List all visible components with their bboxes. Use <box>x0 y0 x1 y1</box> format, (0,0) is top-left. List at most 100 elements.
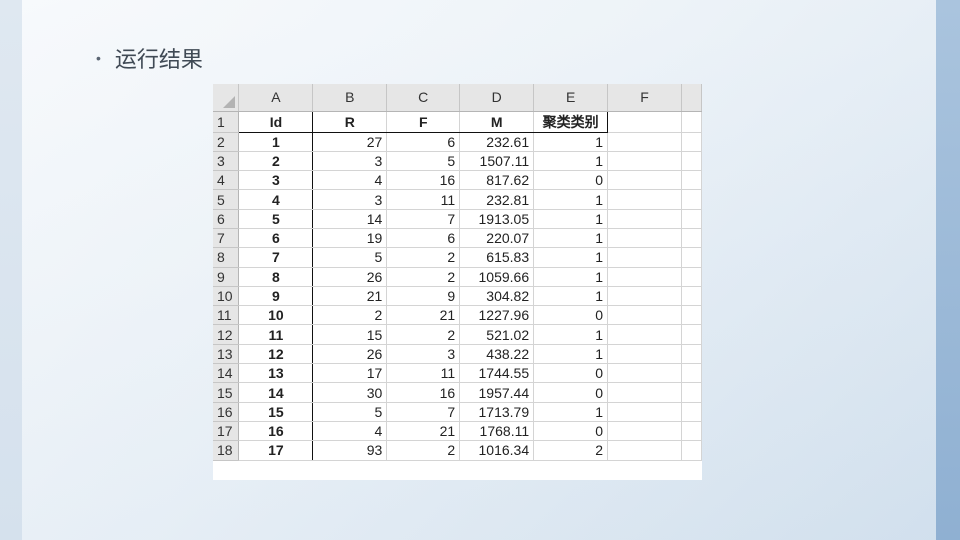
empty-cell[interactable] <box>607 151 682 172</box>
cell-f[interactable]: 7 <box>386 402 461 422</box>
cell-id[interactable]: 5 <box>238 209 314 229</box>
cell-id[interactable]: 7 <box>238 247 314 268</box>
cell-m[interactable]: 1016.34 <box>459 440 535 461</box>
cell-r[interactable]: 19 <box>312 228 388 249</box>
row-number[interactable]: 12 <box>213 324 240 345</box>
cell-cat[interactable]: 1 <box>533 402 609 422</box>
cell-id[interactable]: 17 <box>238 440 314 461</box>
cell-f[interactable]: 21 <box>386 305 461 326</box>
empty-cell[interactable] <box>607 324 682 345</box>
row-number[interactable]: 6 <box>213 209 240 229</box>
cell-cat[interactable]: 1 <box>533 286 609 307</box>
cell-cat[interactable]: 0 <box>533 305 609 326</box>
row-number[interactable]: 9 <box>213 267 240 287</box>
empty-cell[interactable] <box>681 228 702 249</box>
empty-cell[interactable] <box>607 228 682 249</box>
cell-f[interactable]: 11 <box>386 189 461 210</box>
empty-cell[interactable] <box>681 132 702 152</box>
cell-f[interactable]: 16 <box>386 170 461 191</box>
empty-cell[interactable] <box>681 151 702 172</box>
cell-f[interactable]: 6 <box>386 228 461 249</box>
cell-r[interactable]: 27 <box>312 132 388 152</box>
row-number[interactable]: 16 <box>213 402 240 422</box>
cell-f[interactable]: 2 <box>386 267 461 287</box>
empty-cell[interactable] <box>681 286 702 307</box>
cell-f[interactable]: 6 <box>386 132 461 152</box>
empty-cell[interactable] <box>681 421 702 442</box>
empty-cell[interactable] <box>681 344 702 365</box>
cell-id[interactable]: 6 <box>238 228 314 249</box>
column-header-c[interactable]: C <box>386 84 461 112</box>
cell-m[interactable]: 521.02 <box>459 324 535 345</box>
empty-cell[interactable] <box>607 286 682 307</box>
row-number[interactable]: 15 <box>213 382 240 403</box>
cell-cat[interactable]: 1 <box>533 228 609 249</box>
cell-id[interactable]: 14 <box>238 382 314 403</box>
empty-cell[interactable] <box>681 267 702 287</box>
empty-cell[interactable] <box>681 402 702 422</box>
column-header-e[interactable]: E <box>533 84 609 112</box>
row-number[interactable]: 8 <box>213 247 240 268</box>
empty-cell[interactable] <box>681 363 702 384</box>
cell-f[interactable]: 7 <box>386 209 461 229</box>
cell-id[interactable]: 3 <box>238 170 314 191</box>
row-number[interactable]: 13 <box>213 344 240 365</box>
cell-f[interactable]: 9 <box>386 286 461 307</box>
cell-f[interactable]: 2 <box>386 247 461 268</box>
cell-r[interactable]: 26 <box>312 267 388 287</box>
column-header-b[interactable]: B <box>312 84 388 112</box>
header-cell-id[interactable]: Id <box>238 110 314 133</box>
cell-m[interactable]: 232.81 <box>459 189 535 210</box>
cell-m[interactable]: 1507.11 <box>459 151 535 172</box>
cell-id[interactable]: 11 <box>238 324 314 345</box>
row-number[interactable]: 7 <box>213 228 240 249</box>
cell-cat[interactable]: 1 <box>533 344 609 365</box>
cell-id[interactable]: 15 <box>238 402 314 422</box>
empty-cell[interactable] <box>607 421 682 442</box>
empty-cell[interactable] <box>607 170 682 191</box>
cell-cat[interactable]: 1 <box>533 267 609 287</box>
empty-cell[interactable] <box>681 209 702 229</box>
cell-id[interactable]: 10 <box>238 305 314 326</box>
empty-cell[interactable] <box>681 170 702 191</box>
cell-r[interactable]: 21 <box>312 286 388 307</box>
empty-cell[interactable] <box>681 247 702 268</box>
empty-cell[interactable] <box>607 189 682 210</box>
empty-cell[interactable] <box>607 132 682 152</box>
cell-id[interactable]: 4 <box>238 189 314 210</box>
row-number[interactable]: 10 <box>213 286 240 307</box>
cell-id[interactable]: 12 <box>238 344 314 365</box>
cell-m[interactable]: 615.83 <box>459 247 535 268</box>
cell-id[interactable]: 9 <box>238 286 314 307</box>
cell-r[interactable]: 30 <box>312 382 388 403</box>
empty-cell[interactable] <box>607 344 682 365</box>
cell-id[interactable]: 13 <box>238 363 314 384</box>
empty-cell[interactable] <box>607 267 682 287</box>
cell-cat[interactable]: 2 <box>533 440 609 461</box>
cell-cat[interactable]: 1 <box>533 151 609 172</box>
cell-m[interactable]: 232.61 <box>459 132 535 152</box>
empty-cell[interactable] <box>681 440 702 461</box>
cell-r[interactable]: 93 <box>312 440 388 461</box>
row-number[interactable]: 1 <box>213 111 240 133</box>
cell-m[interactable]: 1957.44 <box>459 382 535 403</box>
empty-cell[interactable] <box>681 324 702 345</box>
cell-r[interactable]: 3 <box>312 189 388 210</box>
cell-f[interactable]: 2 <box>386 324 461 345</box>
cell-r[interactable]: 2 <box>312 305 388 326</box>
cell-f[interactable]: 16 <box>386 382 461 403</box>
cell-cat[interactable]: 1 <box>533 247 609 268</box>
empty-cell[interactable] <box>607 111 682 133</box>
empty-cell[interactable] <box>607 305 682 326</box>
row-number[interactable]: 18 <box>213 440 240 461</box>
cell-m[interactable]: 304.82 <box>459 286 535 307</box>
empty-cell[interactable] <box>607 209 682 229</box>
cell-id[interactable]: 1 <box>238 132 314 152</box>
cell-m[interactable]: 1059.66 <box>459 267 535 287</box>
column-header-a[interactable]: A <box>238 84 314 112</box>
cell-cat[interactable]: 1 <box>533 189 609 210</box>
empty-cell[interactable] <box>681 189 702 210</box>
cell-r[interactable]: 4 <box>312 170 388 191</box>
cell-cat[interactable]: 1 <box>533 132 609 152</box>
cell-m[interactable]: 817.62 <box>459 170 535 191</box>
